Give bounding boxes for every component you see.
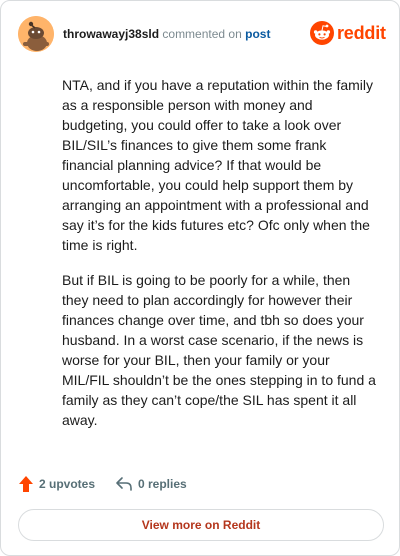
view-more-on-reddit-button[interactable]: View more on Reddit [18, 509, 384, 541]
embedded-comment-card: throwawayj38sld commented on post reddit… [0, 0, 400, 556]
comment-meta: throwawayj38sld commented on post [63, 26, 270, 42]
comment-actions: 2 upvotes 0 replies [18, 473, 384, 495]
user-avatar[interactable] [18, 16, 54, 52]
reply-count: 0 replies [138, 477, 187, 491]
comment-paragraph-1: NTA, and if you have a reputation within… [62, 77, 374, 253]
upvote-count: 2 upvotes [39, 477, 96, 491]
upvote-button[interactable]: 2 upvotes [18, 473, 95, 495]
upvote-arrow-icon [19, 476, 33, 492]
comment-body: NTA, and if you have a reputation within… [62, 75, 380, 445]
post-link[interactable]: post [245, 27, 270, 41]
reply-arrow-icon [116, 477, 132, 491]
reddit-wordmark: reddit [337, 23, 386, 43]
comment-header: throwawayj38sld commented on post reddit [18, 16, 386, 52]
username-link[interactable]: throwawayj38sld [63, 27, 159, 41]
snoo-avatar-icon [18, 16, 54, 52]
comment-paragraph-2: But if BIL is going to be poorly for a w… [62, 272, 376, 428]
replies-button[interactable]: 0 replies [115, 473, 187, 495]
reddit-logo-icon [310, 21, 334, 45]
comment-action-text: commented on [162, 27, 242, 41]
reddit-brand[interactable]: reddit [310, 19, 386, 47]
